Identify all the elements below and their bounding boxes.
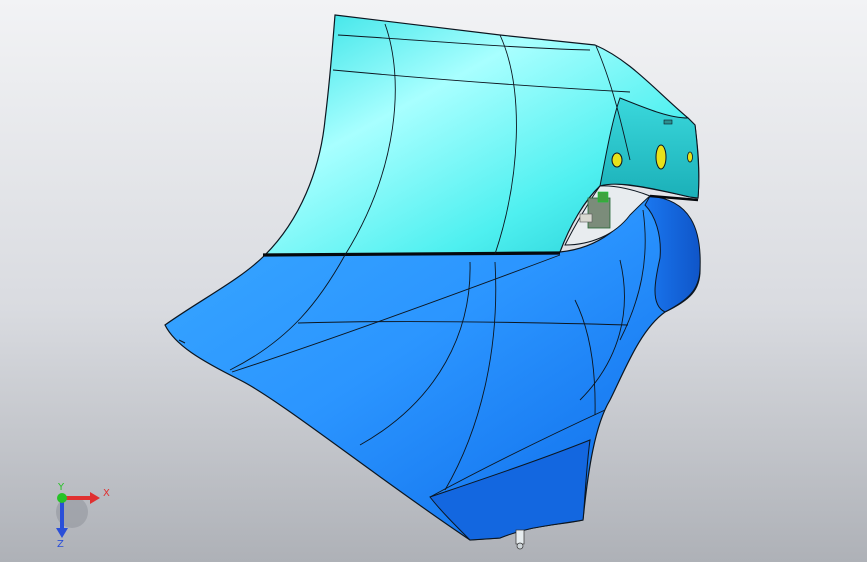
mount-slot [663, 119, 673, 125]
mount-hole-3 [687, 151, 693, 163]
bottom-fastener [515, 529, 525, 550]
y-axis-dot [57, 493, 67, 503]
internal-bracket-2 [597, 191, 609, 203]
z-axis-label: Z [57, 539, 64, 548]
mount-hole-2 [655, 144, 667, 170]
y-axis-label: Y [57, 482, 65, 493]
x-axis-label: X [103, 488, 110, 499]
internal-clip [579, 213, 593, 223]
mount-hole-1 [611, 152, 623, 168]
axis-triad: X Y Z [56, 482, 110, 548]
z-axis-arrow [56, 528, 68, 538]
parting-line [262, 251, 561, 257]
internal-bracket [587, 197, 611, 229]
cad-graphics-viewport[interactable]: X Y Z [0, 0, 867, 562]
bumper-3d-model[interactable] [0, 0, 867, 562]
x-axis-arrow [90, 492, 100, 504]
